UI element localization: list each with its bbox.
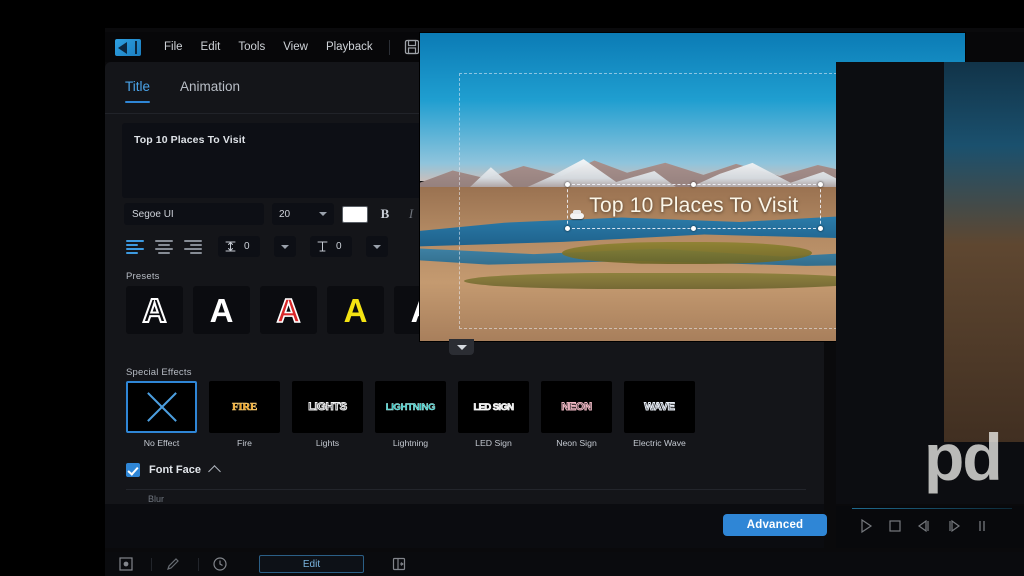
char-spacing-icon [316,240,329,253]
effect-thumb-text: LIGHTNING [385,401,436,413]
preset-item[interactable]: A [327,286,384,334]
line-spacing-value: 0 [244,241,250,252]
char-spacing-dropdown[interactable] [366,236,388,257]
char-spacing-stepper[interactable]: 0 [310,236,352,257]
effect-caption: No Effect [143,438,180,448]
effect-caption: Lightning [392,438,429,448]
title-text-input[interactable]: Top 10 Places To Visit [122,123,422,198]
preset-item[interactable]: A [193,286,250,334]
media-thumbnail[interactable] [944,62,1024,442]
bottom-toolbar: Edit [105,552,1024,576]
screen: File Edit Tools View Playback Title Anim… [0,0,1024,576]
effect-caption: Neon Sign [556,438,597,448]
menu-item-playback[interactable]: Playback [317,38,382,56]
preset-item[interactable]: A [126,286,183,334]
menu-item-file[interactable]: File [155,38,192,56]
resize-handle[interactable] [690,225,696,231]
font-size-value: 20 [279,208,291,220]
split-icon[interactable] [390,555,412,573]
crop-icon[interactable] [117,555,139,573]
effect-neon-sign[interactable]: NEON Neon Sign [541,381,612,448]
resize-handle[interactable] [817,181,823,187]
presets-label: Presets [126,271,160,282]
app-logo-icon[interactable] [115,38,141,56]
chevron-down-icon [456,344,467,350]
chevron-down-icon [319,212,327,216]
chevron-up-icon[interactable] [208,465,221,478]
toolbar-divider [198,557,199,571]
player-progress-bar[interactable] [852,508,1012,509]
effect-thumb-text: LED SIGN [473,401,514,413]
tab-title[interactable]: Title [125,79,151,103]
pencil-icon[interactable] [164,555,186,573]
effect-thumb-text: NEON [561,401,593,414]
play-icon[interactable] [858,518,874,539]
effect-fire[interactable]: FIRE Fire [209,381,280,448]
save-disk-icon[interactable] [402,37,422,57]
resize-handle[interactable] [565,225,571,231]
menu-item-edit[interactable]: Edit [192,38,230,56]
menu-divider [388,39,390,55]
blur-label: Blur [148,494,165,504]
special-effects-row: No Effect FIRE Fire LIGHTS Lights LIGHTN… [126,381,695,448]
title-selection-box[interactable]: Top 10 Places To Visit [565,181,823,231]
font-size-select[interactable]: 20 [272,203,334,225]
resize-handle[interactable] [690,181,696,187]
effect-caption: Electric Wave [633,438,686,448]
chevron-down-icon [373,244,381,249]
line-spacing-icon [224,240,237,253]
format-toolbar-row-2: 0 0 [124,236,388,257]
font-face-section-header: Font Face [126,463,221,478]
pause-icon[interactable] [976,519,988,538]
bold-button[interactable]: B [376,206,394,222]
effect-lightning[interactable]: LIGHTNING Lightning [375,381,446,448]
align-right-button[interactable] [182,238,204,256]
clock-icon[interactable] [211,555,233,573]
tab-animation[interactable]: Animation [180,79,240,97]
format-toolbar-row-1: Segoe UI 20 B I [124,203,420,225]
toolbar-divider [151,557,152,571]
special-effects-label: Special Effects [126,367,192,378]
player-controls [858,518,988,539]
resize-handle[interactable] [817,225,823,231]
section-divider [126,489,806,490]
preview-title-text: Top 10 Places To Visit [589,194,799,218]
font-family-value: Segoe UI [132,208,174,220]
char-spacing-value: 0 [336,241,342,252]
line-spacing-dropdown[interactable] [274,236,296,257]
menu-item-tools[interactable]: Tools [229,38,274,56]
effect-caption: Fire [237,438,252,448]
effect-lights[interactable]: LIGHTS Lights [292,381,363,448]
font-color-swatch[interactable] [342,205,368,223]
panel-footer [105,504,824,548]
no-effect-x-icon [142,387,182,427]
effect-thumb-text: FIRE [231,401,258,414]
font-face-label: Font Face [149,464,201,476]
effect-caption: Lights [315,438,340,448]
chevron-down-icon [281,244,289,249]
previous-frame-icon[interactable] [916,519,932,538]
next-frame-icon[interactable] [946,519,962,538]
effect-caption: LED Sign [475,438,512,448]
italic-button[interactable]: I [402,206,420,222]
watermark: pd [924,420,1003,494]
line-spacing-stepper[interactable]: 0 [218,236,260,257]
effect-led-sign[interactable]: LED SIGN LED Sign [458,381,529,448]
resize-handle[interactable] [565,181,571,187]
effect-no-effect[interactable]: No Effect [126,381,197,448]
stop-icon[interactable] [888,519,902,538]
preview-collapse-button[interactable] [449,339,474,355]
menu-item-view[interactable]: View [274,38,317,56]
effect-thumb-text: WAVE [644,401,676,414]
presets-row: A A A A A [126,286,451,334]
preset-item[interactable]: A [260,286,317,334]
effect-thumb-text: LIGHTS [308,401,348,414]
font-family-select[interactable]: Segoe UI [124,203,264,225]
edit-tab-button[interactable]: Edit [259,555,364,573]
advanced-button[interactable]: Advanced [723,514,827,536]
align-center-button[interactable] [153,238,175,256]
effect-electric-wave[interactable]: WAVE Electric Wave [624,381,695,448]
align-left-button[interactable] [124,238,146,256]
font-face-checkbox[interactable] [126,463,140,477]
